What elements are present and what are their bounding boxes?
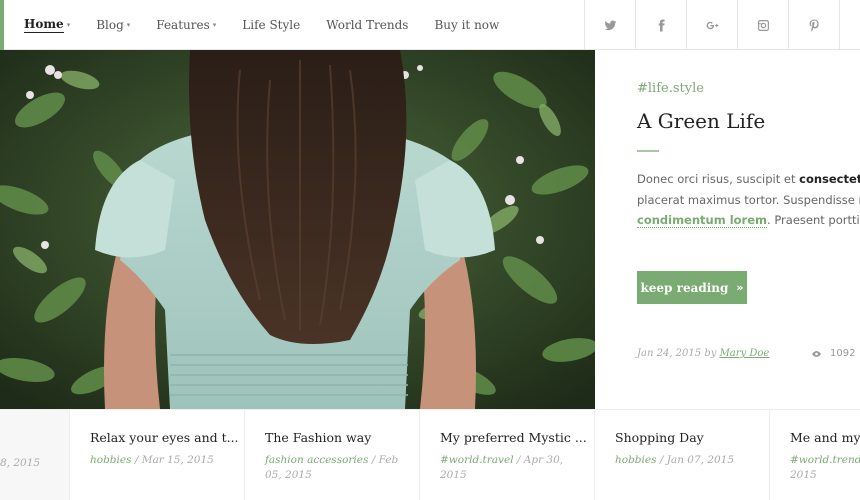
excerpt-bold: consectetur [799,172,860,186]
menu-label: Home [24,17,64,33]
post-card[interactable]: My preferred Mystic ... #world.travel / … [420,410,595,500]
menu-item-world-trends[interactable]: World Trends [326,18,408,32]
post-title[interactable]: A Green Life [637,109,765,133]
card-date: 2015 [790,469,817,481]
instagram-icon[interactable] [737,0,788,50]
card-date: Mar 15, 2015 [141,454,214,466]
excerpt-text: . Praesent porttitor [767,213,860,227]
card-category[interactable]: #world.travel [440,454,514,466]
chevron-down-icon: ▾ [126,21,131,29]
card-category[interactable]: fashion accessories [265,454,368,466]
top-navigation: Home ▾ Blog ▾ Features ▾ Life Style Worl… [0,0,860,50]
menu-label: Life Style [242,18,301,32]
post-card[interactable]: Me and my F #world.trends 2015 [770,410,860,500]
main-menu: Home ▾ Blog ▾ Features ▾ Life Style Worl… [24,0,525,50]
card-category[interactable]: hobbies [90,454,132,466]
menu-item-buy-it-now[interactable]: Buy it now [434,18,499,32]
more-icon[interactable] [839,0,860,50]
menu-item-features[interactable]: Features ▾ [156,18,216,32]
pinterest-icon[interactable] [788,0,839,50]
card-category[interactable]: #world.trends [790,454,860,466]
card-title: The Fashion way [265,430,372,445]
post-excerpt: Donec orci risus, suscipit et consectetu… [637,169,860,231]
hero-image[interactable] [0,50,595,409]
google-plus-icon[interactable] [686,0,737,50]
card-meta: hobbies / Mar 15, 2015 [90,454,214,466]
post-card[interactable]: Shopping Day hobbies / Jan 07, 2015 [595,410,770,500]
card-title: Shopping Day [615,430,704,445]
card-title: My preferred Mystic ... [440,430,587,445]
card-meta: hobbies / Jan 07, 2015 [615,454,735,466]
excerpt-text: placerat maximus tortor. Suspendisse ne [637,192,860,207]
card-date: 8, 2015 [0,457,41,469]
author-link[interactable]: Mary Doe [720,348,770,359]
view-count-value: 1092 [830,348,856,359]
chevron-down-icon: ▾ [66,21,71,29]
chevron-down-icon: ▾ [212,21,217,29]
menu-item-blog[interactable]: Blog ▾ [96,18,130,32]
button-label: keep reading [640,280,729,295]
card-date: Jan 07, 2015 [666,454,735,466]
card-meta: 8, 2015 [0,456,69,471]
menu-label: Features [156,18,210,32]
card-meta: #world.travel / Apr 30, 2015 [440,454,564,481]
menu-label: Blog [96,18,124,32]
menu-label: World Trends [326,18,409,32]
title-divider [637,150,659,152]
menu-label: Buy it now [434,18,500,32]
menu-item-home[interactable]: Home ▾ [24,17,70,33]
menu-item-life-style[interactable]: Life Style [242,18,300,32]
double-chevron-right-icon: » [736,281,744,294]
facebook-icon[interactable] [635,0,686,50]
woman-in-foliage-image [0,50,595,409]
view-count: 1092 [811,348,855,359]
post-card[interactable]: The Fashion way fashion accessories / Fe… [245,410,420,500]
eye-icon [812,350,821,357]
keep-reading-button[interactable]: keep reading » [637,271,747,304]
nav-accent-bar [0,0,4,50]
post-card[interactable]: 8, 2015 [0,410,70,500]
post-by: by [704,348,717,359]
card-title: Relax your eyes and t... [90,430,239,445]
card-meta: fashion accessories / Feb 05, 2015 [265,454,399,481]
post-cards-strip: 8, 2015 Relax your eyes and t... hobbies… [0,409,860,500]
card-category[interactable]: hobbies [615,454,657,466]
featured-post: #life.style A Green Life Donec orci risu… [637,50,860,409]
post-meta: Jan 24, 2015 by Mary Doe [637,348,769,359]
card-title: Me and my F [790,430,860,445]
twitter-icon[interactable] [584,0,635,50]
card-meta: #world.trends 2015 [790,453,860,483]
post-tag[interactable]: #life.style [637,81,704,96]
excerpt-text: Donec orci risus, suscipit et [637,172,800,186]
post-date: Jan 24, 2015 [637,348,702,359]
post-card[interactable]: Relax your eyes and t... hobbies / Mar 1… [70,410,245,500]
excerpt-link[interactable]: condimentum lorem [637,213,768,228]
social-links [584,0,860,50]
